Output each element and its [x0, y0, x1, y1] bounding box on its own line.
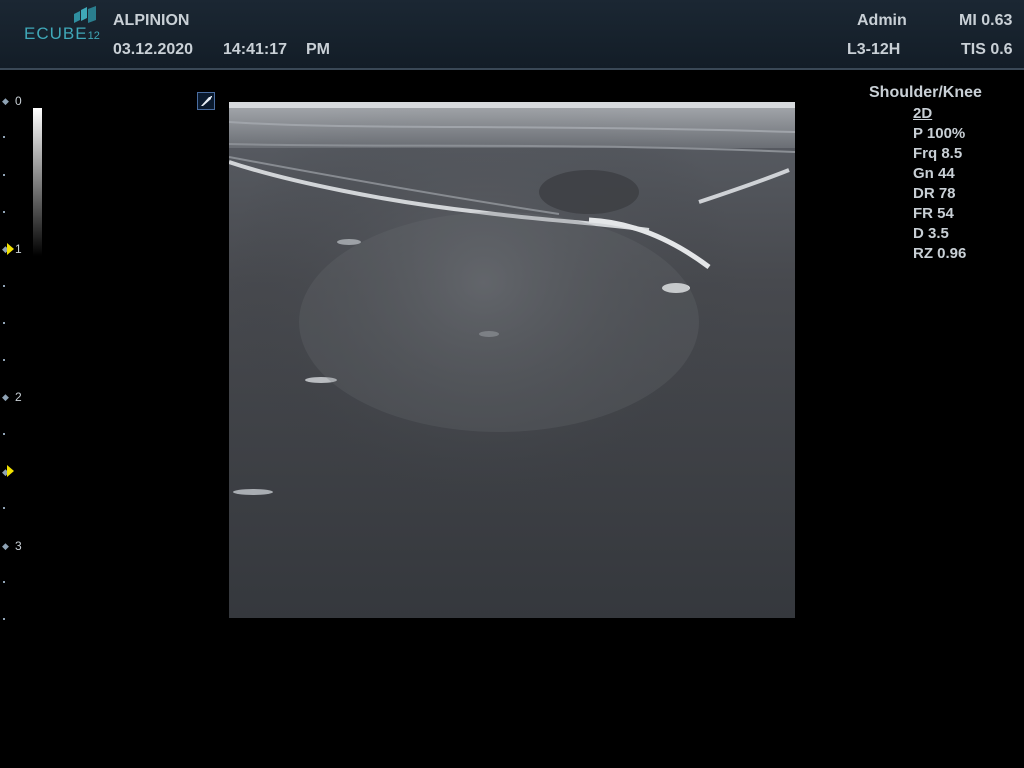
- mi-readout: MI 0.63: [959, 12, 1013, 29]
- depth-label-0: 0: [15, 94, 22, 108]
- manufacturer-label: ALPINION: [113, 12, 190, 29]
- header-bar: ECUBE12 ALPINION 03.12.2020 14:41:17 PM …: [0, 0, 1024, 70]
- tis-readout: TIS 0.6: [961, 41, 1013, 58]
- scale-tick: [3, 322, 5, 324]
- depth-label-1: 1: [15, 242, 22, 256]
- scale-tick: [3, 174, 5, 176]
- logo-text: ECUBE12: [24, 24, 100, 43]
- depth-label-3: 3: [15, 539, 22, 553]
- param-depth: D 3.5: [913, 225, 949, 242]
- scale-tick: [3, 581, 5, 583]
- ultrasound-image[interactable]: [229, 102, 795, 618]
- scale-tick: [3, 285, 5, 287]
- scale-diamond-icon: ◆: [2, 541, 9, 551]
- exam-ampm: PM: [306, 41, 330, 58]
- scale-tick: [3, 359, 5, 361]
- grayscale-bar: [33, 108, 42, 256]
- param-frequency: Frq 8.5: [913, 145, 963, 162]
- scale-tick: [3, 211, 5, 213]
- scale-diamond-icon: ◆: [2, 96, 9, 106]
- scale-diamond-icon: ◆: [2, 392, 9, 402]
- param-dynamic-range: DR 78: [913, 185, 956, 202]
- param-frame-rate: FR 54: [913, 205, 954, 222]
- param-power: P 100%: [913, 125, 966, 142]
- scale-tick: [3, 507, 5, 509]
- mode-label[interactable]: 2D: [913, 104, 1019, 124]
- depth-label-2: 2: [15, 390, 22, 404]
- scale-tick: [3, 433, 5, 435]
- scale-tick: [3, 618, 5, 620]
- parameter-panel: Shoulder/Knee 2D P 100% Frq 8.5 Gn 44 DR…: [869, 84, 1019, 264]
- probe-orientation-icon: [197, 92, 215, 110]
- probe-label: L3-12H: [847, 41, 901, 58]
- focus-marker-icon[interactable]: [7, 465, 14, 477]
- param-rz: RZ 0.96: [913, 245, 967, 262]
- preset-label[interactable]: Shoulder/Knee: [869, 84, 1019, 102]
- exam-date: 03.12.2020: [113, 41, 194, 58]
- exam-time: 14:41:17: [223, 41, 288, 58]
- user-label: Admin: [857, 12, 907, 29]
- param-gain: Gn 44: [913, 165, 955, 182]
- scale-tick: [3, 136, 5, 138]
- ecube-logo-icon: ECUBE12: [22, 6, 108, 46]
- focus-marker-icon[interactable]: [7, 243, 14, 255]
